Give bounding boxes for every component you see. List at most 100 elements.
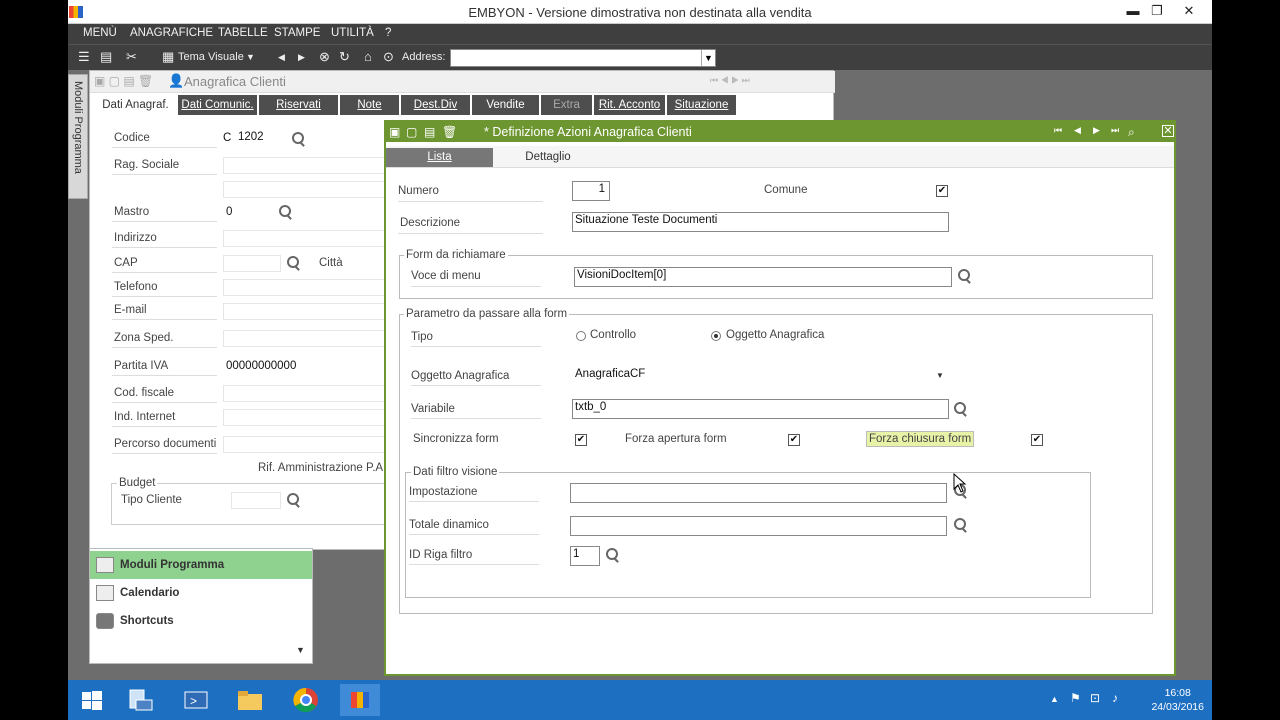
descrizione-field[interactable]: Situazione Teste Documenti bbox=[572, 212, 949, 232]
tools-icon[interactable]: ✂ bbox=[126, 50, 137, 64]
tab-dest-div[interactable]: Dest.Div bbox=[401, 95, 471, 115]
forward-icon[interactable]: ▶ bbox=[298, 50, 305, 64]
module-moduli-programma[interactable]: Moduli Programma bbox=[90, 551, 312, 579]
tab-dati-anagraf[interactable]: Dati Anagraf. bbox=[96, 95, 176, 115]
percorso-field[interactable] bbox=[223, 436, 388, 453]
tab-dati-comunic[interactable]: Dati Comunic. bbox=[178, 95, 258, 115]
rag-sociale-2-field[interactable] bbox=[223, 181, 388, 198]
dialog-search-icon[interactable]: ⌕ bbox=[1128, 125, 1135, 140]
codice-search-icon[interactable] bbox=[290, 131, 306, 147]
ind-internet-field[interactable] bbox=[223, 409, 388, 426]
stop-icon[interactable]: ⊗ bbox=[319, 50, 330, 64]
search-web-icon[interactable]: ⊙ bbox=[383, 50, 394, 64]
tab-rit-acconto[interactable]: Rit. Acconto bbox=[594, 95, 666, 115]
save-icon[interactable]: ▤ bbox=[424, 125, 435, 139]
file-explorer-icon[interactable] bbox=[230, 684, 270, 716]
menu-item-anagrafiche[interactable]: ANAGRAFICHE bbox=[130, 27, 213, 39]
tab-extra[interactable]: Extra bbox=[541, 95, 593, 115]
panel-dropdown-icon[interactable]: ▼ bbox=[296, 645, 305, 655]
totale-dinamico-search-icon[interactable] bbox=[952, 517, 968, 533]
tray-network-icon[interactable]: ⊡ bbox=[1090, 691, 1100, 705]
cap-search-icon[interactable] bbox=[285, 255, 301, 271]
prev-record-icon[interactable]: ◀ bbox=[1074, 125, 1081, 136]
menu-item-help[interactable]: ? bbox=[385, 27, 391, 39]
theme-dropdown-icon[interactable]: ▼ bbox=[246, 50, 255, 64]
module-calendario[interactable]: Calendario bbox=[90, 579, 312, 607]
grid-view-icon[interactable]: ▤ bbox=[100, 50, 112, 64]
theme-button[interactable]: Tema Visuale bbox=[178, 50, 244, 64]
server-manager-icon[interactable] bbox=[120, 684, 160, 716]
restore-button[interactable]: ❐ bbox=[1142, 2, 1172, 20]
new-icon[interactable]: ▣ bbox=[389, 125, 400, 139]
start-button[interactable] bbox=[72, 684, 112, 716]
address-dropdown-icon[interactable]: ▼ bbox=[701, 50, 715, 66]
address-input[interactable] bbox=[450, 49, 716, 67]
cap-field[interactable] bbox=[223, 255, 281, 272]
email-field[interactable] bbox=[223, 303, 388, 320]
mastro-field[interactable]: 0 bbox=[223, 204, 273, 221]
menu-item-tabelle[interactable]: TABELLE bbox=[218, 27, 268, 39]
tab-situazione[interactable]: Situazione bbox=[667, 95, 737, 115]
oggetto-dropdown-icon[interactable]: ▼ bbox=[936, 371, 944, 380]
rif-pa-link[interactable]: Rif. Amministrazione P.A. bbox=[258, 462, 386, 474]
tab-vendite[interactable]: Vendite bbox=[472, 95, 540, 115]
voce-menu-field[interactable]: VisioniDocItem[0] bbox=[574, 267, 952, 287]
codice-field[interactable]: 1202 bbox=[235, 129, 285, 146]
refresh-icon[interactable]: ↻ bbox=[339, 50, 350, 64]
menu-item-stampe[interactable]: STAMPE bbox=[274, 27, 320, 39]
tray-volume-icon[interactable]: ♪ bbox=[1112, 691, 1118, 705]
radio-oggetto-anagrafica[interactable] bbox=[711, 331, 721, 341]
bg-toolbar-icons: ▣ ▢ ▤ 🗑 bbox=[94, 74, 154, 88]
module-shortcuts[interactable]: Shortcuts bbox=[90, 607, 312, 635]
label-underline bbox=[112, 272, 217, 273]
variabile-field[interactable]: txtb_0 bbox=[572, 399, 949, 419]
first-record-icon[interactable]: ⏮ bbox=[1054, 125, 1062, 136]
chrome-icon[interactable] bbox=[286, 684, 326, 716]
oggetto-anagrafica-select[interactable]: AnagraficaCF bbox=[572, 366, 949, 386]
id-riga-search-icon[interactable] bbox=[604, 547, 620, 563]
theme-icon[interactable]: ▦ bbox=[162, 50, 174, 64]
indirizzo-field[interactable] bbox=[223, 230, 388, 247]
clock[interactable]: 16:08 24/03/2016 bbox=[1151, 686, 1204, 714]
partita-iva-field[interactable]: 00000000000 bbox=[223, 358, 388, 375]
voce-menu-search-icon[interactable] bbox=[956, 268, 972, 284]
tipo-cliente-field[interactable] bbox=[231, 492, 281, 509]
home-icon[interactable]: ⌂ bbox=[364, 50, 372, 64]
next-record-icon[interactable]: ▶ bbox=[1093, 125, 1100, 136]
list-view-icon[interactable]: ☰ bbox=[78, 50, 90, 64]
tray-flag-icon[interactable]: ⚑ bbox=[1070, 691, 1081, 705]
dialog-close-icon[interactable]: ✕ bbox=[1162, 125, 1174, 137]
impostazione-field[interactable] bbox=[570, 483, 947, 503]
tab-dettaglio[interactable]: Dettaglio bbox=[494, 148, 602, 167]
menu-item-utilita[interactable]: UTILITÀ bbox=[331, 27, 374, 39]
tab-riservati[interactable]: Riservati bbox=[259, 95, 339, 115]
cod-fiscale-field[interactable] bbox=[223, 385, 388, 402]
close-button[interactable]: ✕ bbox=[1174, 2, 1204, 20]
tray-expand-icon[interactable]: ▲ bbox=[1050, 694, 1059, 704]
embyon-taskbar-icon[interactable] bbox=[340, 684, 380, 716]
totale-dinamico-field[interactable] bbox=[570, 516, 947, 536]
back-icon[interactable]: ◀ bbox=[278, 50, 285, 64]
zona-sped-field[interactable] bbox=[223, 330, 388, 347]
rag-sociale-field[interactable] bbox=[223, 157, 388, 174]
variabile-search-icon[interactable] bbox=[952, 401, 968, 417]
sincronizza-checkbox[interactable]: ✔ bbox=[575, 434, 587, 446]
side-tab-moduli[interactable]: Moduli Programma bbox=[68, 74, 88, 199]
partita-iva-label: Partita IVA bbox=[114, 360, 169, 372]
tipo-cliente-search-icon[interactable] bbox=[285, 492, 301, 508]
comune-checkbox[interactable]: ✔ bbox=[936, 185, 948, 197]
forza-apertura-checkbox[interactable]: ✔ bbox=[788, 434, 800, 446]
last-record-icon[interactable]: ⏭ bbox=[1111, 125, 1119, 136]
tab-lista[interactable]: Lista bbox=[386, 148, 493, 167]
numero-field[interactable]: 1 bbox=[572, 181, 610, 201]
telefono-field[interactable] bbox=[223, 279, 388, 296]
open-icon[interactable]: ▢ bbox=[406, 125, 417, 139]
mastro-search-icon[interactable] bbox=[277, 204, 293, 220]
menu-item-menu[interactable]: MENÙ bbox=[83, 27, 117, 39]
powershell-icon[interactable]: > bbox=[176, 684, 216, 716]
forza-chiusura-checkbox[interactable]: ✔ bbox=[1031, 434, 1043, 446]
id-riga-field[interactable]: 1 bbox=[570, 546, 600, 566]
radio-controllo[interactable] bbox=[576, 331, 586, 341]
tab-note[interactable]: Note bbox=[340, 95, 400, 115]
delete-icon[interactable]: 🗑 bbox=[442, 125, 457, 139]
